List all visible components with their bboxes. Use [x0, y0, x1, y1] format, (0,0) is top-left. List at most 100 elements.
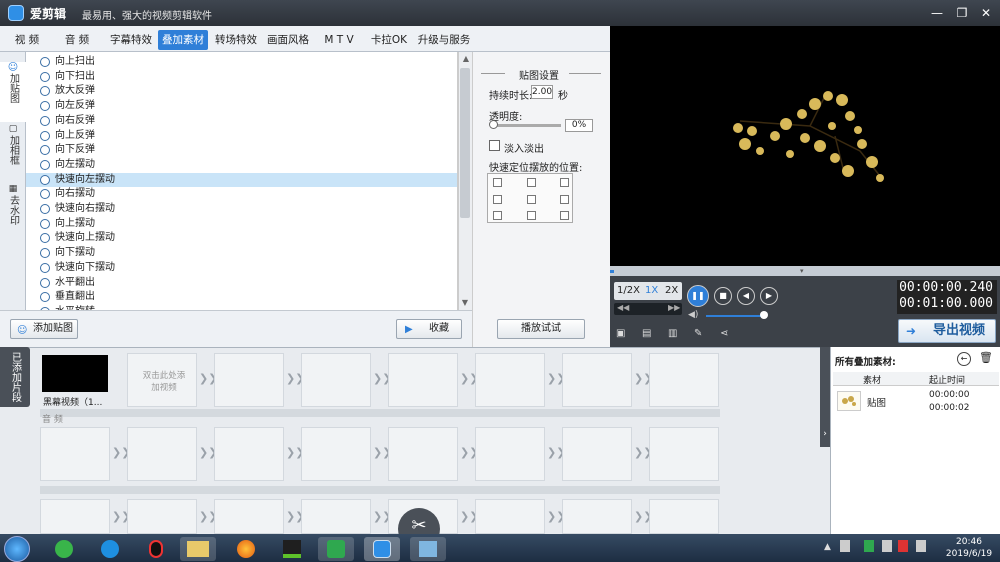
- radio-icon[interactable]: [40, 248, 50, 259]
- timeline-slot[interactable]: [562, 353, 632, 407]
- screenshot-icon[interactable]: ▣: [616, 328, 625, 339]
- open-folder-icon[interactable]: ▤: [642, 328, 651, 339]
- prev-frame-button[interactable]: ◀: [737, 287, 755, 305]
- tray-alert-icon[interactable]: [898, 540, 908, 552]
- timeline-slot[interactable]: [388, 427, 458, 481]
- timeline-slot[interactable]: [214, 353, 284, 407]
- effect-item[interactable]: 向左反弹: [26, 99, 457, 114]
- opacity-input[interactable]: 0%: [565, 119, 593, 132]
- volume-handle[interactable]: [760, 311, 768, 319]
- timeline-slot[interactable]: [388, 353, 458, 407]
- tray-expand-icon[interactable]: ▲: [824, 542, 831, 552]
- jog-back-icon[interactable]: ◀◀: [617, 303, 629, 312]
- save-icon[interactable]: ▥: [668, 328, 677, 339]
- duration-input[interactable]: 2.00: [531, 85, 553, 99]
- volume-slider[interactable]: [706, 315, 764, 317]
- radio-icon[interactable]: [40, 101, 50, 112]
- tray-keyboard-icon[interactable]: [840, 540, 850, 552]
- add-video-hint[interactable]: 双击此处添加视频: [140, 370, 188, 394]
- tray-shield-icon[interactable]: [864, 540, 874, 552]
- timeline-slot[interactable]: [301, 427, 371, 481]
- radio-icon[interactable]: [40, 130, 50, 141]
- effect-item[interactable]: 向下摆动: [26, 246, 457, 261]
- play-preview-button[interactable]: 播放试试: [497, 319, 585, 339]
- tab-mtv[interactable]: M T V: [315, 30, 363, 50]
- taskbar-firefox[interactable]: [228, 537, 264, 561]
- add-sticker-button[interactable]: ☺ 添加贴图: [10, 319, 78, 339]
- radio-icon[interactable]: [40, 57, 50, 67]
- timeline-slot[interactable]: [562, 499, 632, 534]
- jog-wheel[interactable]: ◀◀ ▶▶: [614, 303, 682, 315]
- effect-item[interactable]: 垂直翻出: [26, 290, 457, 305]
- video-preview[interactable]: [610, 26, 1000, 266]
- radio-icon[interactable]: [40, 218, 50, 229]
- effect-item[interactable]: 快速向上摆动: [26, 231, 457, 246]
- radio-icon[interactable]: [40, 189, 50, 200]
- fade-checkbox[interactable]: [489, 140, 500, 151]
- jog-forward-icon[interactable]: ▶▶: [668, 303, 680, 312]
- system-clock[interactable]: 20:46 2019/6/19: [940, 536, 998, 560]
- position-bottom-left[interactable]: [493, 211, 502, 220]
- start-button[interactable]: [4, 536, 30, 562]
- position-top-left[interactable]: [493, 178, 502, 187]
- minimize-button[interactable]: —: [928, 4, 946, 22]
- right-panel-toggle[interactable]: ›: [820, 347, 830, 447]
- share-icon[interactable]: ⋖: [720, 328, 728, 339]
- opacity-slider[interactable]: [493, 124, 561, 127]
- timeline-slot[interactable]: [127, 427, 197, 481]
- radio-icon[interactable]: [40, 262, 50, 273]
- pause-button[interactable]: ❚❚: [687, 285, 709, 307]
- scroll-down-icon[interactable]: ▼: [458, 298, 472, 307]
- effect-item[interactable]: 向上扫出: [26, 55, 457, 70]
- expand-arrow-icon[interactable]: ›: [820, 429, 830, 439]
- effect-item[interactable]: 快速向左摆动: [26, 172, 457, 188]
- effect-item[interactable]: 向右摆动: [26, 187, 457, 202]
- volume-icon[interactable]: ◀): [688, 310, 698, 320]
- close-button[interactable]: ✕: [977, 4, 995, 22]
- restore-button[interactable]: ❐: [953, 4, 971, 22]
- radio-icon[interactable]: [40, 71, 50, 82]
- radio-icon[interactable]: [40, 277, 50, 288]
- timeline-slot[interactable]: [301, 499, 371, 534]
- position-bottom-right[interactable]: [560, 211, 569, 220]
- opacity-slider-handle[interactable]: [489, 120, 498, 129]
- taskbar-explorer[interactable]: [180, 537, 216, 561]
- radio-icon[interactable]: [40, 115, 50, 126]
- timeline-slot[interactable]: [649, 499, 719, 534]
- tab-karaoke[interactable]: 卡拉OK: [366, 30, 412, 50]
- edit-icon[interactable]: ✎: [694, 328, 702, 339]
- radio-icon[interactable]: [40, 292, 50, 303]
- timeline-slot[interactable]: [562, 427, 632, 481]
- back-icon[interactable]: ←: [957, 352, 971, 366]
- tab-upgrade-service[interactable]: 升级与服务: [415, 30, 473, 50]
- position-top-right[interactable]: [560, 178, 569, 187]
- effect-item[interactable]: 向左摆动: [26, 158, 457, 173]
- side-tab-add-frame[interactable]: ▢ 加相框: [0, 124, 26, 179]
- export-video-button[interactable]: ➜ 导出视频: [898, 319, 996, 343]
- timeline-slot[interactable]: [475, 427, 545, 481]
- radio-icon[interactable]: [40, 86, 50, 97]
- effect-item[interactable]: 向下扫出: [26, 70, 457, 85]
- radio-icon[interactable]: [40, 204, 50, 214]
- side-tab-remove-watermark[interactable]: ▦ 去水印: [0, 184, 26, 239]
- radio-icon[interactable]: [40, 174, 50, 185]
- side-tab-add-sticker[interactable]: ☺ 加贴图: [0, 62, 26, 122]
- tab-transition-effects[interactable]: 转场特效: [211, 30, 261, 50]
- stop-button[interactable]: ■: [714, 287, 732, 305]
- taskbar-app-blue[interactable]: [410, 537, 446, 561]
- effect-item[interactable]: 向右反弹: [26, 114, 457, 129]
- overlay-list-item[interactable]: 贴图 00:00:00 00:00:02: [833, 388, 999, 416]
- tab-overlay-materials[interactable]: 叠加素材: [158, 30, 208, 50]
- collapse-icon[interactable]: ▾: [800, 267, 804, 275]
- tab-video[interactable]: 视 频: [6, 30, 48, 50]
- next-frame-button[interactable]: ▶: [760, 287, 778, 305]
- timeline-slot[interactable]: [649, 353, 719, 407]
- tray-network-icon[interactable]: [882, 540, 892, 552]
- radio-icon[interactable]: [40, 159, 50, 170]
- scroll-up-icon[interactable]: ▲: [459, 54, 473, 63]
- scroll-thumb[interactable]: [460, 68, 470, 218]
- tab-subtitle-effects[interactable]: 字幕特效: [106, 30, 156, 50]
- effect-item[interactable]: 快速向下摆动: [26, 261, 457, 276]
- tab-audio[interactable]: 音 频: [54, 30, 100, 50]
- taskbar-app-1[interactable]: [46, 537, 82, 561]
